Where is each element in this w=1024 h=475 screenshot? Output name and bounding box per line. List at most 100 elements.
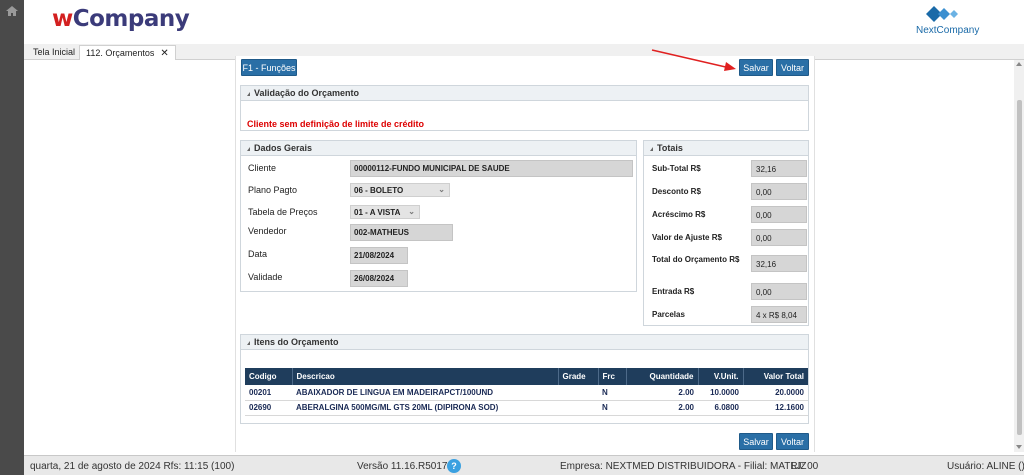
collapse-icon [247, 341, 250, 345]
items-table: Codigo Descricao Grade Frc Quantidade V.… [245, 368, 808, 416]
ajuste-field[interactable]: 0,00 [751, 229, 807, 246]
orcamento-form: F1 - Funções Salvar Voltar Validação do … [235, 56, 815, 452]
cell-grade [558, 385, 598, 401]
cell-codigo: 02690 [245, 400, 292, 416]
col-frc[interactable]: Frc [598, 368, 627, 385]
validation-panel-title: Validação do Orçamento [254, 88, 360, 98]
subtotal-field[interactable]: 32,16 [751, 160, 807, 177]
col-vunit[interactable]: V.Unit. [698, 368, 744, 385]
parcelas-label: Parcelas [652, 310, 685, 319]
desconto-label: Desconto R$ [652, 187, 701, 196]
cell-frc: N [598, 400, 626, 416]
col-codigo[interactable]: Codigo [245, 368, 293, 385]
tab-orcamentos[interactable]: 112. Orçamentos ✕ [79, 45, 176, 60]
general-data-title: Dados Gerais [254, 143, 313, 153]
back-button-top[interactable]: Voltar [776, 59, 809, 76]
vendedor-label: Vendedor [248, 226, 287, 236]
save-button-bottom[interactable]: Salvar [739, 433, 773, 450]
home-icon[interactable] [6, 6, 18, 16]
status-empresa: Empresa: NEXTMED DISTRIBUIDORA - Filial:… [560, 461, 807, 472]
cliente-label: Cliente [248, 163, 277, 173]
desconto-field[interactable]: 0,00 [751, 183, 807, 200]
tab-orcamentos-label: 112. Orçamentos [86, 48, 155, 58]
cliente-field[interactable]: 00000112-FUNDO MUNICIPAL DE SAUDE [350, 160, 633, 177]
validade-label: Validade [248, 272, 283, 282]
data-label: Data [248, 249, 268, 259]
close-icon[interactable]: ✕ [160, 48, 168, 59]
totals-title: Totais [657, 143, 683, 153]
acrescimo-label: Acréscimo R$ [652, 210, 706, 219]
acrescimo-field[interactable]: 0,00 [751, 206, 807, 223]
plano-select-value: 06 - BOLETO [354, 186, 404, 195]
nextcompany-logo-text: NextCompany [916, 25, 980, 36]
red-arrow-annotation [651, 49, 736, 71]
cell-valor-total: 12.1600 [743, 400, 808, 416]
chevron-down-icon: ⌄ [408, 207, 415, 216]
validation-panel: Validação do Orçamento Cliente sem defin… [240, 85, 809, 131]
subtotal-label: Sub-Total R$ [652, 164, 701, 173]
table-row[interactable]: 00201 ABAIXADOR DE LINGUA EM MADEIRAPCT/… [245, 385, 808, 401]
validation-panel-header[interactable]: Validação do Orçamento [241, 86, 808, 101]
tabela-select-value: 01 - A VISTA [354, 208, 401, 217]
data-field[interactable]: 21/08/2024 [350, 247, 408, 264]
status-date: quarta, 21 de agosto de 2024 Rfs: 11:15 … [30, 461, 235, 472]
entrada-field[interactable]: 0,00 [751, 283, 807, 300]
scroll-down-icon[interactable] [1016, 445, 1022, 449]
cell-codigo: 00201 [245, 385, 292, 401]
total-orcamento-field[interactable]: 32,16 [751, 255, 807, 272]
col-quantidade[interactable]: Quantidade [626, 368, 699, 385]
status-bar: quarta, 21 de agosto de 2024 Rfs: 11:15 … [24, 455, 1024, 475]
tab-home-label: Tela Inicial [33, 47, 76, 57]
cell-vunit: 10.0000 [698, 385, 743, 401]
left-sidebar [0, 0, 24, 475]
general-data-panel: Dados Gerais Cliente 00000112-FUNDO MUNI… [240, 140, 637, 292]
tabela-select[interactable]: 01 - A VISTA ⌄ [350, 205, 420, 219]
col-grade[interactable]: Grade [558, 368, 599, 385]
wcompany-logo: wCompany [52, 6, 190, 32]
scrollbar[interactable] [1014, 60, 1024, 452]
plano-label: Plano Pagto [248, 185, 298, 195]
totals-panel: Totais Sub-Total R$ 32,16 Desconto R$ 0,… [643, 140, 809, 326]
parcelas-field[interactable]: 4 x R$ 8,04 [751, 306, 807, 323]
plano-select[interactable]: 06 - BOLETO ⌄ [350, 183, 450, 197]
credit-warning: Cliente sem definição de limite de crédi… [247, 119, 425, 129]
table-row[interactable]: 02690 ABERALGINA 500MG/ML GTS 20ML (DIPI… [245, 400, 808, 416]
nextcompany-logo: NextCompany [914, 4, 984, 40]
collapse-icon [247, 92, 250, 96]
cell-quantidade: 2.00 [626, 385, 698, 401]
items-panel: Itens do Orçamento Codigo Descricao Grad… [240, 334, 809, 424]
cell-grade [558, 400, 598, 416]
cell-descricao: ABERALGINA 500MG/ML GTS 20ML (DIPIRONA S… [292, 400, 558, 416]
vendedor-field[interactable]: 002-MATHEUS [350, 224, 453, 241]
help-icon[interactable]: ? [447, 459, 461, 473]
cell-valor-total: 20.0000 [743, 385, 808, 401]
cell-frc: N [598, 385, 626, 401]
col-descricao[interactable]: Descricao [292, 368, 559, 385]
scroll-up-icon[interactable] [1016, 62, 1022, 66]
functions-button[interactable]: F1 - Funções [241, 59, 297, 76]
save-button-top[interactable]: Salvar [739, 59, 773, 76]
nextcompany-logo-icon [926, 6, 958, 22]
status-usuario: Usuário: ALINE () [947, 461, 1024, 472]
items-title: Itens do Orçamento [254, 337, 339, 347]
collapse-icon [247, 147, 250, 151]
totals-header[interactable]: Totais [644, 141, 808, 156]
entrada-label: Entrada R$ [652, 287, 695, 296]
items-header[interactable]: Itens do Orçamento [241, 335, 808, 350]
general-data-header[interactable]: Dados Gerais [241, 141, 636, 156]
cell-descricao: ABAIXADOR DE LINGUA EM MADEIRAPCT/100UND [292, 385, 558, 401]
table-header-row: Codigo Descricao Grade Frc Quantidade V.… [245, 368, 808, 385]
collapse-icon [650, 147, 653, 151]
scrollbar-thumb[interactable] [1017, 100, 1022, 435]
status-lj: LJ: 00 [791, 461, 819, 472]
total-orcamento-label: Total do Orçamento R$ [652, 255, 740, 264]
ajuste-label: Valor de Ajuste R$ [652, 233, 722, 242]
cell-quantidade: 2.00 [626, 400, 698, 416]
validade-field[interactable]: 26/08/2024 [350, 270, 408, 287]
chevron-down-icon: ⌄ [438, 185, 445, 194]
col-valor-total[interactable]: Valor Total [743, 368, 808, 385]
app-header: wCompany NextCompany [24, 0, 1024, 44]
status-version: Versão 11.16.R5017 [357, 461, 448, 472]
tab-home[interactable]: Tela Inicial [27, 45, 81, 60]
back-button-bottom[interactable]: Voltar [776, 433, 809, 450]
